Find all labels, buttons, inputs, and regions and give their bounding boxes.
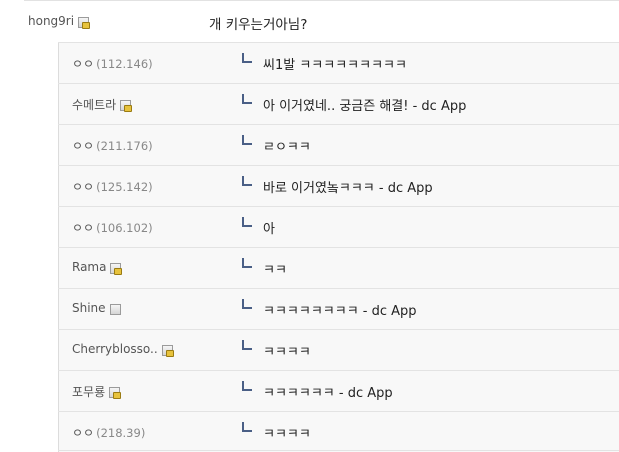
comment-author-name[interactable]: hong9ri	[28, 14, 74, 28]
gallery-member-icon	[161, 344, 174, 357]
reply-text: ㅋㅋㅋㅋㅋㅋ - dc App	[263, 386, 393, 401]
reply-text: ㅋㅋㅋㅋ	[263, 345, 311, 360]
reply-author-name[interactable]: ㅇㅇ	[72, 424, 94, 441]
reply-author-ip: (125.142)	[96, 179, 153, 194]
reply-row: Shine ㅋㅋㅋㅋㅋㅋㅋㅋ - dc App	[58, 288, 619, 328]
reply-author[interactable]: Rama	[72, 260, 123, 275]
reply-row: ㅇㅇ (125.142) 바로 이거였놐ㅋㅋㅋ - dc App	[58, 165, 619, 205]
reply-author-ip: (211.176)	[96, 138, 153, 153]
reply-text: 바로 이거였놐ㅋㅋㅋ - dc App	[263, 181, 433, 196]
reply-author[interactable]: 포무룡	[72, 383, 122, 400]
reply-text: ㄹㅇㅋㅋ	[263, 140, 311, 155]
reply-text: 씨1발 ㅋㅋㅋㅋㅋㅋㅋㅋㅋ	[263, 58, 407, 73]
reply-text: ㅋㅋㅋㅋㅋㅋㅋㅋ - dc App	[263, 304, 417, 319]
reply-author[interactable]: ㅇㅇ (112.146)	[72, 55, 153, 72]
reply-author-name[interactable]: ㅇㅇ	[72, 219, 94, 236]
reply-row: 포무룡 ㅋㅋㅋㅋㅋㅋ - dc App	[58, 370, 619, 410]
reply-row: ㅇㅇ (218.39) ㅋㅋㅋㅋ	[58, 411, 619, 451]
gallery-member-icon	[109, 387, 122, 399]
reply-author-ip: (218.39)	[96, 425, 146, 440]
reply-text: 아	[263, 222, 275, 237]
reply-arrow-icon	[242, 381, 252, 391]
reply-author[interactable]: Cherryblosso..	[72, 342, 174, 357]
reply-author-ip: (112.146)	[96, 56, 153, 71]
reply-row: 수메트라 아 이거였네.. 궁금즌 해결! - dc App	[58, 83, 619, 123]
fixed-nick-icon	[109, 303, 121, 315]
comment-author[interactable]: hong9ri	[28, 14, 91, 29]
reply-row: ㅇㅇ (106.102) 아	[58, 206, 619, 246]
reply-row: Rama ㅋㅋ	[58, 247, 619, 287]
reply-arrow-icon	[242, 258, 252, 268]
reply-author-name[interactable]: ㅇㅇ	[72, 55, 94, 72]
reply-arrow-icon	[242, 340, 252, 350]
reply-author[interactable]: ㅇㅇ (106.102)	[72, 219, 153, 236]
reply-arrow-icon	[242, 94, 252, 104]
reply-arrow-icon	[242, 299, 252, 309]
gallery-member-icon	[110, 262, 123, 275]
reply-author-ip: (106.102)	[96, 220, 153, 235]
reply-arrow-icon	[242, 135, 252, 145]
comment-row: hong9ri 개 키우는거아님?	[0, 0, 619, 42]
reply-arrow-icon	[242, 422, 252, 432]
reply-text: ㅋㅋㅋㅋ	[263, 427, 311, 442]
reply-author[interactable]: ㅇㅇ (125.142)	[72, 178, 153, 195]
reply-arrow-icon	[242, 53, 252, 63]
reply-author-name[interactable]: Shine	[72, 301, 106, 315]
reply-row: Cherryblosso.. ㅋㅋㅋㅋ	[58, 329, 619, 369]
gallery-member-icon	[120, 100, 133, 112]
reply-author-name[interactable]: ㅇㅇ	[72, 137, 94, 154]
reply-row: ㅇㅇ (211.176) ㄹㅇㅋㅋ	[58, 124, 619, 164]
reply-author[interactable]: ㅇㅇ (218.39)	[72, 424, 145, 441]
reply-author[interactable]: ㅇㅇ (211.176)	[72, 137, 153, 154]
reply-text: ㅋㅋ	[263, 263, 287, 278]
comment-text: 개 키우는거아님?	[209, 17, 308, 33]
reply-text: 아 이거였네.. 궁금즌 해결! - dc App	[263, 99, 467, 114]
reply-arrow-icon	[242, 217, 252, 227]
reply-row: ㅇㅇ (112.146) 씨1발 ㅋㅋㅋㅋㅋㅋㅋㅋㅋ	[58, 42, 619, 82]
reply-author[interactable]: 수메트라	[72, 96, 133, 113]
reply-author-name[interactable]: ㅇㅇ	[72, 178, 94, 195]
gallery-member-icon	[78, 16, 91, 29]
reply-author-name[interactable]: 수메트라	[72, 96, 116, 113]
reply-author-name[interactable]: Rama	[72, 260, 106, 274]
reply-arrow-icon	[242, 176, 252, 186]
reply-author[interactable]: Shine	[72, 301, 121, 315]
reply-author-name[interactable]: 포무룡	[72, 383, 105, 400]
reply-author-name[interactable]: Cherryblosso..	[72, 342, 158, 356]
